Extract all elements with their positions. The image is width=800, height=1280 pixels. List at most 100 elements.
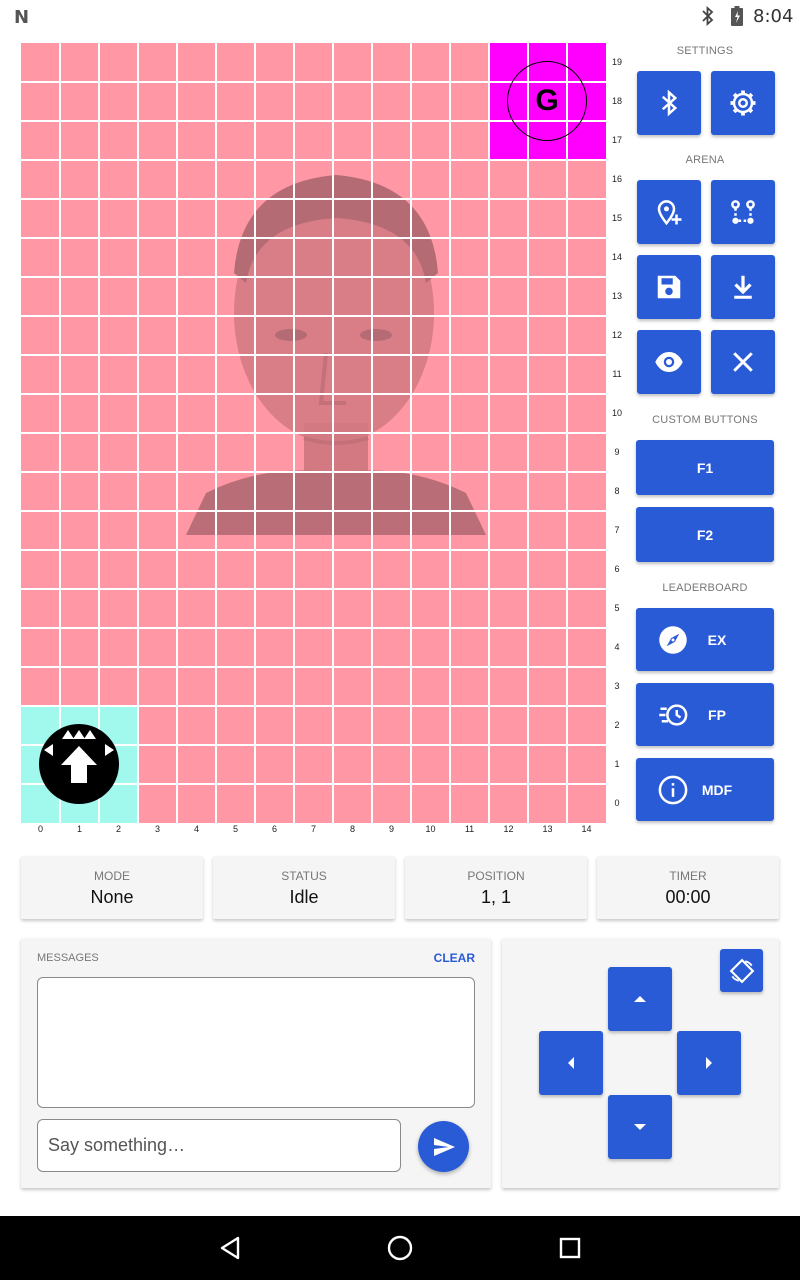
x-tick: 14	[581, 824, 592, 834]
position-card: POSITION 1, 1	[405, 856, 587, 919]
history-icon	[659, 703, 688, 726]
leaderboard-section-label: LEADERBOARD	[662, 582, 748, 594]
f2-button-label: F2	[696, 526, 714, 543]
x-tick: 13	[542, 824, 553, 834]
y-tick: 1	[614, 759, 620, 769]
y-tick: 8	[614, 486, 620, 496]
move-up-button[interactable]	[608, 967, 672, 1031]
settings-button[interactable]	[711, 71, 775, 135]
bluetooth-button[interactable]	[637, 71, 701, 135]
screen-rotation-icon	[729, 958, 754, 983]
timer-value: 00:00	[665, 887, 711, 907]
exploration-button[interactable]: EX	[636, 608, 774, 671]
x-tick: 3	[154, 824, 160, 834]
route-icon	[731, 200, 755, 224]
goal-label: G	[535, 84, 559, 117]
send-icon	[433, 1137, 455, 1156]
y-tick: 9	[614, 447, 620, 457]
y-tick: 12	[611, 330, 622, 340]
arena-grid[interactable]: G	[21, 43, 606, 823]
arrow-right-icon	[706, 1057, 712, 1069]
mode-card: MODE None	[21, 856, 203, 919]
mode-label: MODE	[94, 869, 130, 883]
fastest-path-button[interactable]: FP	[636, 683, 774, 746]
x-tick: 8	[349, 824, 355, 834]
save-icon	[657, 275, 681, 299]
f2-button[interactable]: F2	[636, 507, 774, 562]
notification-logo-icon: N	[14, 7, 30, 28]
timer-card: TIMER 00:00	[597, 856, 779, 919]
x-tick: 2	[115, 824, 121, 834]
custom-buttons-section-label: CUSTOM BUTTONS	[652, 414, 758, 426]
y-tick: 0	[614, 798, 620, 808]
x-tick: 10	[425, 824, 436, 834]
position-value: 1, 1	[480, 887, 512, 907]
toggle-view-button[interactable]	[637, 330, 701, 394]
obstacle-route-button[interactable]	[711, 180, 775, 244]
move-left-button[interactable]	[539, 1031, 603, 1095]
y-tick: 2	[614, 720, 620, 730]
x-tick: 4	[193, 824, 199, 834]
x-tick: 11	[464, 824, 475, 834]
y-tick: 15	[611, 213, 622, 223]
dpad-panel	[502, 938, 779, 1188]
bluetooth-icon	[661, 89, 678, 117]
status-value: Idle	[289, 887, 319, 907]
y-tick: 11	[612, 369, 622, 379]
clock: 8:04	[753, 6, 794, 27]
x-tick: 12	[503, 824, 514, 834]
compass-icon	[659, 625, 687, 654]
battery-icon	[731, 6, 743, 26]
y-tick: 6	[614, 564, 620, 574]
load-map-button[interactable]	[711, 255, 775, 319]
messages-log[interactable]	[37, 977, 475, 1108]
arena-section-label: ARENA	[685, 154, 725, 166]
save-map-button[interactable]	[637, 255, 701, 319]
robot-icon[interactable]	[38, 723, 120, 805]
x-tick: 0	[37, 824, 43, 834]
y-tick: 14	[611, 252, 622, 262]
back-icon[interactable]	[217, 1234, 245, 1262]
status-bar: N 8:04	[0, 0, 800, 34]
y-tick: 7	[614, 525, 620, 535]
x-axis-labels: 0 1 2 3 4 5 6 7 8 9 10 11 12 13 14	[21, 824, 606, 838]
timer-label: TIMER	[669, 869, 707, 883]
settings-section-label: SETTINGS	[676, 45, 734, 57]
f1-button[interactable]: F1	[636, 440, 774, 495]
recents-icon[interactable]	[556, 1234, 584, 1262]
position-label: POSITION	[467, 869, 525, 883]
y-tick: 13	[611, 291, 622, 301]
fastest-path-button-label: FP	[708, 706, 726, 723]
mode-value: None	[90, 887, 134, 907]
home-icon[interactable]	[386, 1234, 414, 1262]
send-button[interactable]	[418, 1121, 469, 1172]
y-axis-labels: 19 18 17 16 15 14 13 12 11 10 9 8 7 6 5 …	[607, 43, 627, 823]
x-tick: 1	[76, 824, 82, 834]
y-tick: 18	[611, 96, 622, 106]
gear-icon	[730, 90, 756, 116]
y-tick: 3	[614, 681, 620, 691]
messages-label: MESSAGES	[37, 952, 99, 964]
x-tick: 5	[232, 824, 238, 834]
info-icon	[658, 775, 688, 804]
tilt-control-button[interactable]	[720, 949, 763, 992]
add-waypoint-button[interactable]	[637, 180, 701, 244]
clear-messages-button[interactable]: CLEAR	[434, 951, 475, 965]
download-icon	[734, 275, 752, 299]
messages-panel: MESSAGES CLEAR	[21, 938, 491, 1188]
arrow-left-icon	[568, 1057, 574, 1069]
clear-arena-button[interactable]	[711, 330, 775, 394]
message-input[interactable]	[37, 1119, 401, 1172]
add-location-icon	[657, 200, 682, 226]
arrow-up-icon	[634, 996, 646, 1002]
y-tick: 16	[611, 174, 622, 184]
move-down-button[interactable]	[608, 1095, 672, 1159]
y-tick: 17	[611, 135, 622, 145]
mdf-button[interactable]: MDF	[636, 758, 774, 821]
f1-button-label: F1	[696, 459, 714, 476]
mdf-button-label: MDF	[701, 781, 733, 798]
close-icon	[733, 352, 753, 372]
move-right-button[interactable]	[677, 1031, 741, 1095]
goal-marker: G	[507, 61, 587, 141]
y-tick: 5	[614, 603, 620, 613]
